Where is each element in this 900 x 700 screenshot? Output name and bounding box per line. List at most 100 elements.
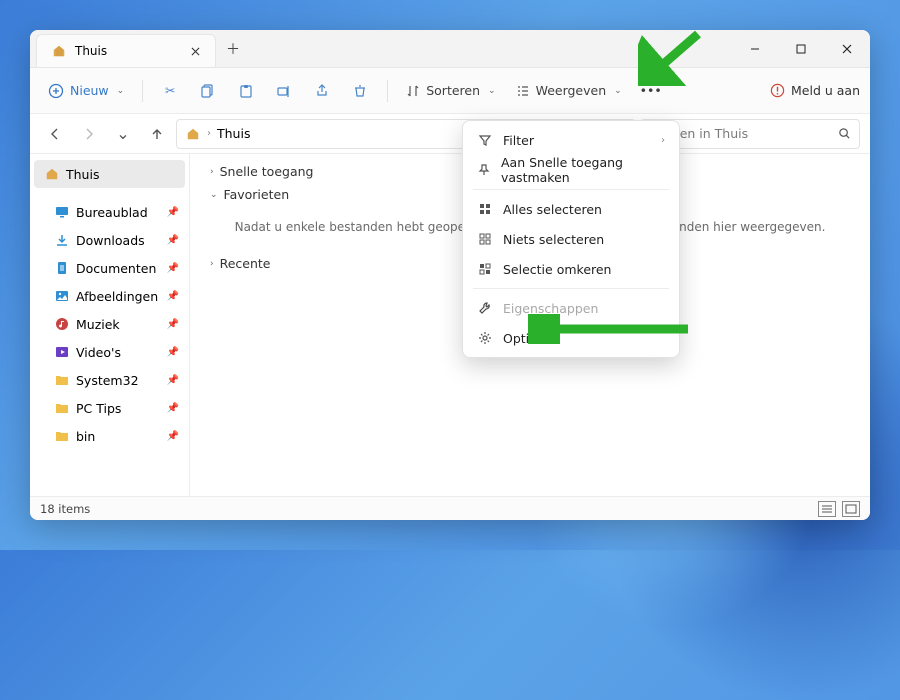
sidebar-item-label: Downloads bbox=[76, 233, 145, 248]
sidebar-item-label: Bureaublad bbox=[76, 205, 148, 220]
sidebar: Thuis Bureaublad📌Downloads📌Documenten📌Af… bbox=[30, 154, 190, 496]
sidebar-item-label: bin bbox=[76, 429, 95, 444]
menu-item-options[interactable]: Opties bbox=[467, 323, 675, 353]
sign-in-button[interactable]: Meld u aan bbox=[770, 83, 860, 98]
group-label: Favorieten bbox=[224, 187, 290, 202]
folder-icon bbox=[54, 372, 70, 388]
pin-icon: 📌 bbox=[167, 347, 179, 358]
copy-button[interactable] bbox=[191, 75, 225, 107]
warning-icon bbox=[770, 83, 785, 98]
folder-icon bbox=[54, 428, 70, 444]
toolbar-separator bbox=[387, 80, 388, 102]
folder-icon bbox=[54, 400, 70, 416]
share-button[interactable] bbox=[305, 75, 339, 107]
menu-item-label: Opties bbox=[503, 331, 543, 346]
view-button[interactable]: Weergeven ⌄ bbox=[508, 75, 630, 107]
tab-close-button[interactable] bbox=[187, 43, 203, 59]
explorer-window: Thuis ＋ Nieuw ⌄ ✂ Sorteren ⌄ bbox=[30, 30, 870, 520]
sidebar-item-bureaublad[interactable]: Bureaublad 📌 bbox=[30, 198, 189, 226]
search-icon bbox=[838, 127, 851, 140]
menu-item-label: Selectie omkeren bbox=[503, 262, 611, 277]
more-menu-button[interactable]: ••• bbox=[634, 75, 668, 107]
menu-item-invert[interactable]: Selectie omkeren bbox=[467, 254, 675, 284]
sidebar-item-label: Afbeeldingen bbox=[76, 289, 158, 304]
menu-item-label: Niets selecteren bbox=[503, 232, 604, 247]
back-button[interactable] bbox=[40, 119, 70, 149]
recent-locations-button[interactable]: ⌄ bbox=[108, 119, 138, 149]
sign-in-label: Meld u aan bbox=[791, 83, 860, 98]
item-count: 18 items bbox=[40, 502, 90, 516]
desktop-icon bbox=[54, 204, 70, 220]
menu-item-pin[interactable]: Aan Snelle toegang vastmaken bbox=[467, 155, 675, 185]
pin-icon: 📌 bbox=[167, 431, 179, 442]
sidebar-item-bin[interactable]: bin 📌 bbox=[30, 422, 189, 450]
select-invert-icon bbox=[477, 261, 493, 277]
ellipsis-icon: ••• bbox=[640, 83, 662, 98]
close-window-button[interactable] bbox=[824, 30, 870, 67]
sidebar-item-documenten[interactable]: Documenten 📌 bbox=[30, 254, 189, 282]
sort-icon bbox=[406, 84, 420, 98]
forward-button[interactable] bbox=[74, 119, 104, 149]
share-icon bbox=[315, 84, 329, 98]
toolbar-separator bbox=[142, 80, 143, 102]
pin-icon: 📌 bbox=[167, 235, 179, 246]
navigation-bar: ⌄ › Thuis Zoeken in Thuis bbox=[30, 114, 870, 154]
large-icons-view-button[interactable] bbox=[842, 501, 860, 517]
rename-icon bbox=[277, 84, 291, 98]
sidebar-item-label: Video's bbox=[76, 345, 121, 360]
pin-icon: 📌 bbox=[167, 207, 179, 218]
cut-button[interactable]: ✂ bbox=[153, 75, 187, 107]
menu-item-selectall[interactable]: Alles selecteren bbox=[467, 194, 675, 224]
more-options-menu: Filter›Aan Snelle toegang vastmaken Alles… bbox=[462, 120, 680, 358]
delete-button[interactable] bbox=[343, 75, 377, 107]
sidebar-item-video-s[interactable]: Video's 📌 bbox=[30, 338, 189, 366]
chevron-down-icon: ⌄ bbox=[210, 190, 218, 200]
sidebar-item-muziek[interactable]: Muziek📌 bbox=[30, 310, 189, 338]
menu-item-filter[interactable]: Filter› bbox=[467, 125, 675, 155]
sidebar-item-system32[interactable]: System32 📌 bbox=[30, 366, 189, 394]
new-button-label: Nieuw bbox=[70, 83, 109, 98]
group-label: Recente bbox=[220, 256, 271, 271]
tab-title: Thuis bbox=[75, 44, 107, 58]
view-button-label: Weergeven bbox=[536, 83, 607, 98]
music-icon bbox=[54, 316, 70, 332]
pin-icon: 📌 bbox=[167, 291, 179, 302]
tab-home[interactable]: Thuis bbox=[36, 34, 216, 67]
sidebar-item-label: Muziek bbox=[76, 317, 120, 332]
chevron-down-icon: ⌄ bbox=[488, 86, 496, 96]
menu-item-selectnone[interactable]: Niets selecteren bbox=[467, 224, 675, 254]
sidebar-item-label: System32 bbox=[76, 373, 139, 388]
sidebar-item-afbeeldingen[interactable]: Afbeeldingen 📌 bbox=[30, 282, 189, 310]
sort-button[interactable]: Sorteren ⌄ bbox=[398, 75, 503, 107]
funnel-icon bbox=[477, 132, 493, 148]
pin-icon bbox=[477, 162, 491, 178]
pin-icon: 📌 bbox=[167, 375, 179, 386]
copy-icon bbox=[201, 84, 215, 98]
chevron-down-icon: ⌄ bbox=[117, 86, 125, 96]
sidebar-item-downloads[interactable]: Downloads 📌 bbox=[30, 226, 189, 254]
chevron-down-icon: ⌄ bbox=[614, 86, 622, 96]
minimize-button[interactable] bbox=[732, 30, 778, 67]
rename-button[interactable] bbox=[267, 75, 301, 107]
details-view-button[interactable] bbox=[818, 501, 836, 517]
view-icon bbox=[516, 84, 530, 98]
breadcrumb-segment[interactable]: Thuis bbox=[217, 126, 250, 141]
sort-button-label: Sorteren bbox=[426, 83, 480, 98]
new-tab-button[interactable]: ＋ bbox=[216, 30, 250, 67]
menu-separator bbox=[473, 189, 669, 190]
sidebar-item-home[interactable]: Thuis bbox=[34, 160, 185, 188]
scissors-icon: ✂ bbox=[165, 83, 175, 98]
pin-icon: 📌 bbox=[167, 263, 179, 274]
maximize-button[interactable] bbox=[778, 30, 824, 67]
sidebar-item-label: PC Tips bbox=[76, 401, 121, 416]
sidebar-item-label: Documenten bbox=[76, 261, 156, 276]
new-button[interactable]: Nieuw ⌄ bbox=[40, 75, 132, 107]
menu-item-label: Filter bbox=[503, 133, 534, 148]
pictures-icon bbox=[54, 288, 70, 304]
menu-item-label: Aan Snelle toegang vastmaken bbox=[501, 155, 665, 185]
sidebar-item-pc-tips[interactable]: PC Tips📌 bbox=[30, 394, 189, 422]
sidebar-item-label: Thuis bbox=[66, 167, 99, 182]
up-button[interactable] bbox=[142, 119, 172, 149]
paste-button[interactable] bbox=[229, 75, 263, 107]
chevron-down-icon: ⌄ bbox=[116, 124, 129, 143]
